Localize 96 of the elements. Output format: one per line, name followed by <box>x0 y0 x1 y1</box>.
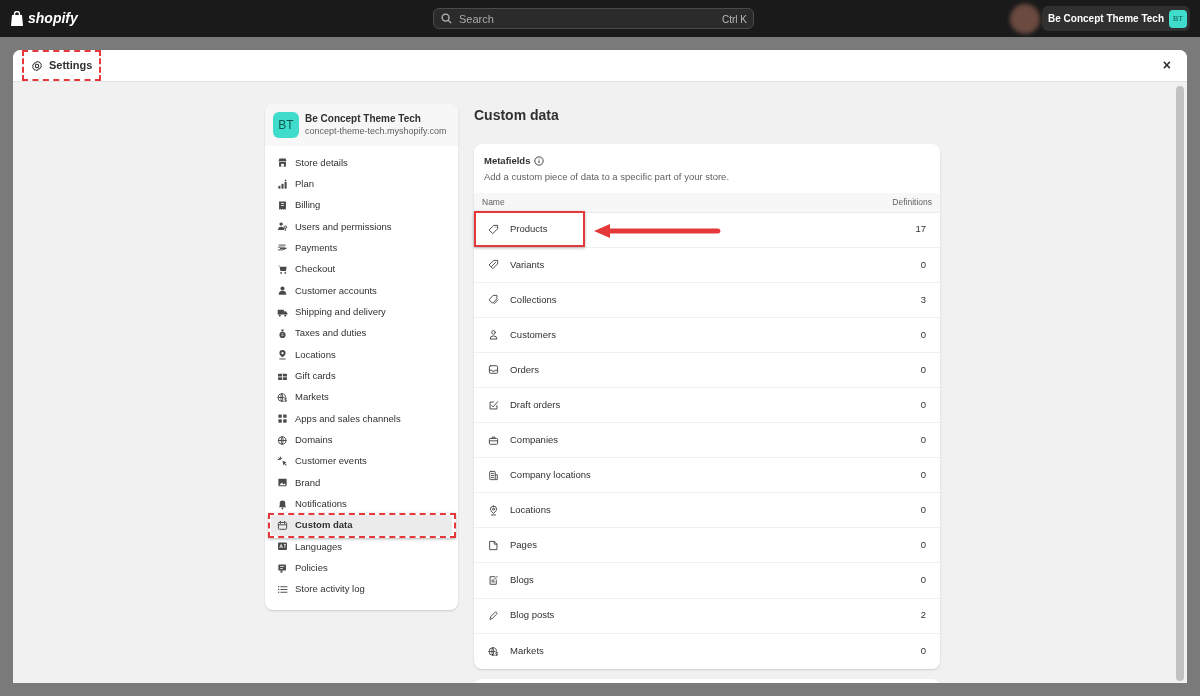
table-cell[interactable]: Collections <box>510 292 557 307</box>
briefcase-icon <box>488 434 499 446</box>
tags-icon <box>488 294 499 306</box>
info-icon[interactable] <box>534 156 545 167</box>
bar-chart-icon <box>277 178 288 190</box>
close-button[interactable]: × <box>1158 55 1175 76</box>
globe-icon <box>277 434 288 446</box>
sidebar-item[interactable]: Store activity log <box>271 578 452 601</box>
tag-icon <box>488 259 499 271</box>
sidebar-item[interactable]: Checkout <box>271 258 452 281</box>
table-cell: 0 <box>920 573 926 588</box>
table-cell-text: 0 <box>920 362 926 377</box>
column-header: Definitions <box>892 195 932 209</box>
sidebar-item[interactable]: Payments <box>271 237 452 259</box>
map-pin-icon <box>277 349 288 361</box>
inbox-icon <box>488 364 499 376</box>
table-cell[interactable]: Orders <box>510 362 540 378</box>
logo-wordmark[interactable]: shopify <box>28 8 78 29</box>
store-icon <box>277 157 288 169</box>
edit-checkbox-icon <box>488 399 499 411</box>
person-icon <box>277 285 288 297</box>
globe-currency-icon <box>277 391 288 403</box>
store-avatar: BT <box>273 112 299 138</box>
table-cell: 3 <box>920 292 926 307</box>
page-icon <box>488 539 499 551</box>
sidebar-item[interactable]: Gift cards <box>271 365 452 387</box>
table-cell[interactable]: Companies <box>510 433 559 448</box>
table-cell: 0 <box>920 538 926 553</box>
sidebar-item[interactable]: Brand <box>271 472 452 494</box>
table-cell[interactable]: Pages <box>510 538 537 553</box>
table-cell[interactable]: Products <box>510 222 548 237</box>
sidebar-item[interactable]: Customer events <box>271 450 452 473</box>
table-cell: 17 <box>915 222 926 237</box>
photo-placeholder <box>1010 3 1041 34</box>
sidebar-item[interactable]: Taxes and duties <box>271 322 452 345</box>
receipt-icon <box>277 199 288 211</box>
sidebar-item[interactable]: Notifications <box>271 493 452 515</box>
sidebar-item[interactable]: Shipping and delivery <box>271 301 452 323</box>
page-title: Custom data <box>474 106 560 125</box>
table-cell[interactable]: Variants <box>510 257 545 272</box>
building-icon <box>488 469 499 481</box>
document-edit-icon <box>488 575 499 586</box>
map-pin-icon <box>488 504 499 516</box>
settings-icon <box>31 59 43 72</box>
translate-icon <box>277 541 288 553</box>
card-description: Add a custom piece of data to a specific part of your store. <box>483 170 731 185</box>
image-icon <box>277 477 288 489</box>
table-cell: 0 <box>920 257 926 272</box>
app-grid-icon <box>277 413 288 425</box>
sidebar-item[interactable]: Apps and sales channels <box>271 408 452 430</box>
table-cell[interactable]: Blog posts <box>510 608 555 623</box>
table-cell-text: 0 <box>920 433 926 447</box>
table-cell: 0 <box>920 468 926 483</box>
table-cell[interactable]: Markets <box>510 644 544 659</box>
table-cell-text: 0 <box>920 397 926 412</box>
table-cell[interactable]: Draft orders <box>510 397 561 413</box>
table-cell[interactable]: Blogs <box>510 573 534 588</box>
store-avatar: BT <box>1169 9 1187 28</box>
sidebar-item[interactable]: Custom data <box>271 514 452 537</box>
table-cell: 0 <box>920 644 926 659</box>
sidebar-item[interactable]: Billing <box>271 194 452 217</box>
store-name: Be Concept Theme Tech <box>305 112 422 125</box>
shopping-bag-icon <box>10 10 24 27</box>
shopping-cart-icon <box>277 263 288 275</box>
sidebar-item[interactable]: Store details <box>271 152 452 174</box>
table-cell: 2 <box>920 608 926 623</box>
table-cell[interactable]: Locations <box>510 503 551 518</box>
modal-title: Settings <box>49 58 93 74</box>
column-header: Name <box>482 195 505 209</box>
money-bag-icon <box>277 327 288 339</box>
list-icon <box>277 584 288 596</box>
sidebar-item[interactable]: Markets <box>271 386 452 409</box>
sidebar-item[interactable]: Users and permissions <box>271 216 452 238</box>
globe-currency-icon <box>488 645 499 657</box>
sidebar-item[interactable]: Customer accounts <box>271 280 452 302</box>
pencil-icon <box>488 610 499 622</box>
store-domain: concept-theme-tech.myshopify.com <box>305 125 447 138</box>
sidebar-item[interactable]: Domains <box>271 429 452 451</box>
table-cell: 0 <box>920 327 926 342</box>
document-icon <box>277 562 288 574</box>
calendar-icon <box>277 520 288 531</box>
bell-icon <box>277 498 288 510</box>
tag-icon <box>488 224 499 236</box>
search-icon <box>441 13 452 24</box>
shortcut-hint: Ctrl K <box>722 13 747 27</box>
card-title: Metafields <box>484 154 531 168</box>
user-key-icon <box>277 221 288 233</box>
person-icon <box>488 329 499 341</box>
store-button[interactable]: Be Concept Theme Tech BT <box>1042 6 1190 31</box>
table-cell: 0 <box>920 503 926 518</box>
sidebar-item[interactable]: Languages <box>271 536 452 558</box>
sidebar-item[interactable]: Policies <box>271 557 452 579</box>
sidebar-item[interactable]: Locations <box>271 344 452 366</box>
table-cell[interactable]: Company locations <box>510 468 591 483</box>
table-cell[interactable]: Customers <box>510 327 556 342</box>
sidebar-item[interactable]: Plan <box>271 173 452 195</box>
